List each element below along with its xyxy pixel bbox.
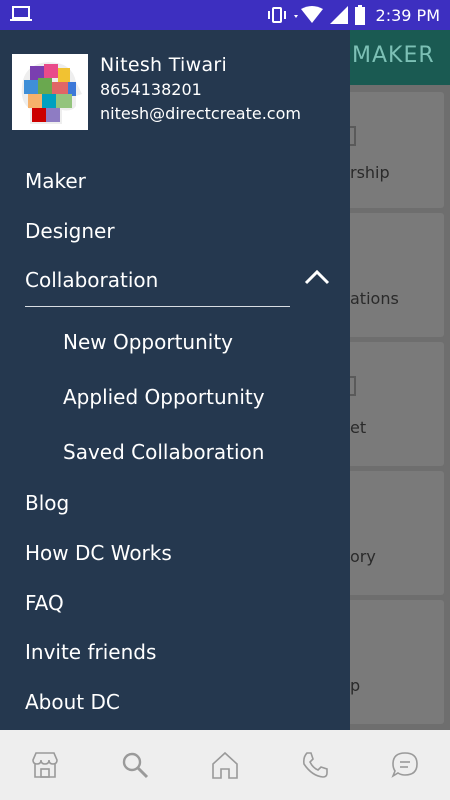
status-bar: 2:39 PM	[0, 0, 450, 30]
background-card-label: rship	[350, 163, 390, 182]
menu-item-faq[interactable]: FAQ	[25, 591, 64, 615]
menu-item-how-dc-works[interactable]: How DC Works	[25, 541, 172, 565]
background-card-label: p	[350, 676, 361, 695]
menu-item-maker[interactable]: Maker	[25, 169, 86, 193]
profile-name: Nitesh Tiwari	[100, 54, 228, 76]
bottom-navigation	[0, 730, 450, 800]
submenu-item-applied-opportunity[interactable]: Applied Opportunity	[63, 385, 265, 409]
chat-icon	[391, 752, 418, 778]
status-time: 2:39 PM	[375, 5, 440, 25]
store-icon	[32, 752, 58, 778]
chevron-up-icon[interactable]	[304, 268, 330, 286]
phone-icon	[303, 752, 328, 778]
home-icon	[212, 751, 238, 779]
laptop-icon	[10, 6, 32, 21]
menu-item-blog[interactable]: Blog	[25, 491, 69, 515]
background-card-label: ations	[350, 289, 399, 308]
nav-phone-button[interactable]	[285, 735, 345, 795]
menu-item-designer[interactable]: Designer	[25, 219, 115, 243]
nav-home-button[interactable]	[195, 735, 255, 795]
vibrate-icon	[267, 7, 286, 23]
nav-search-button[interactable]	[105, 735, 165, 795]
signal-icon	[329, 6, 348, 24]
submenu-item-saved-collaboration[interactable]: Saved Collaboration	[63, 440, 264, 464]
profile-email: nitesh@directcreate.com	[100, 104, 301, 123]
background-card-label: et	[350, 418, 367, 437]
background-card-label: ory	[350, 547, 376, 566]
puzzle-head-icon	[12, 54, 88, 130]
background-header-title: MAKER	[352, 43, 435, 68]
battery-icon	[354, 5, 365, 25]
menu-item-about-dc[interactable]: About DC	[25, 690, 120, 714]
search-icon	[122, 752, 149, 779]
nav-chat-button[interactable]	[375, 735, 435, 795]
submenu-item-new-opportunity[interactable]: New Opportunity	[63, 330, 233, 354]
menu-item-invite-friends[interactable]: Invite friends	[25, 640, 156, 664]
menu-item-collaboration[interactable]: Collaboration	[25, 268, 158, 292]
avatar[interactable]	[12, 54, 88, 130]
collaboration-divider	[25, 306, 290, 307]
wifi-icon	[293, 6, 323, 23]
profile-phone: 8654138201	[100, 80, 202, 99]
nav-store-button[interactable]	[15, 735, 75, 795]
navigation-drawer: Nitesh Tiwari 8654138201 nitesh@directcr…	[0, 30, 350, 730]
